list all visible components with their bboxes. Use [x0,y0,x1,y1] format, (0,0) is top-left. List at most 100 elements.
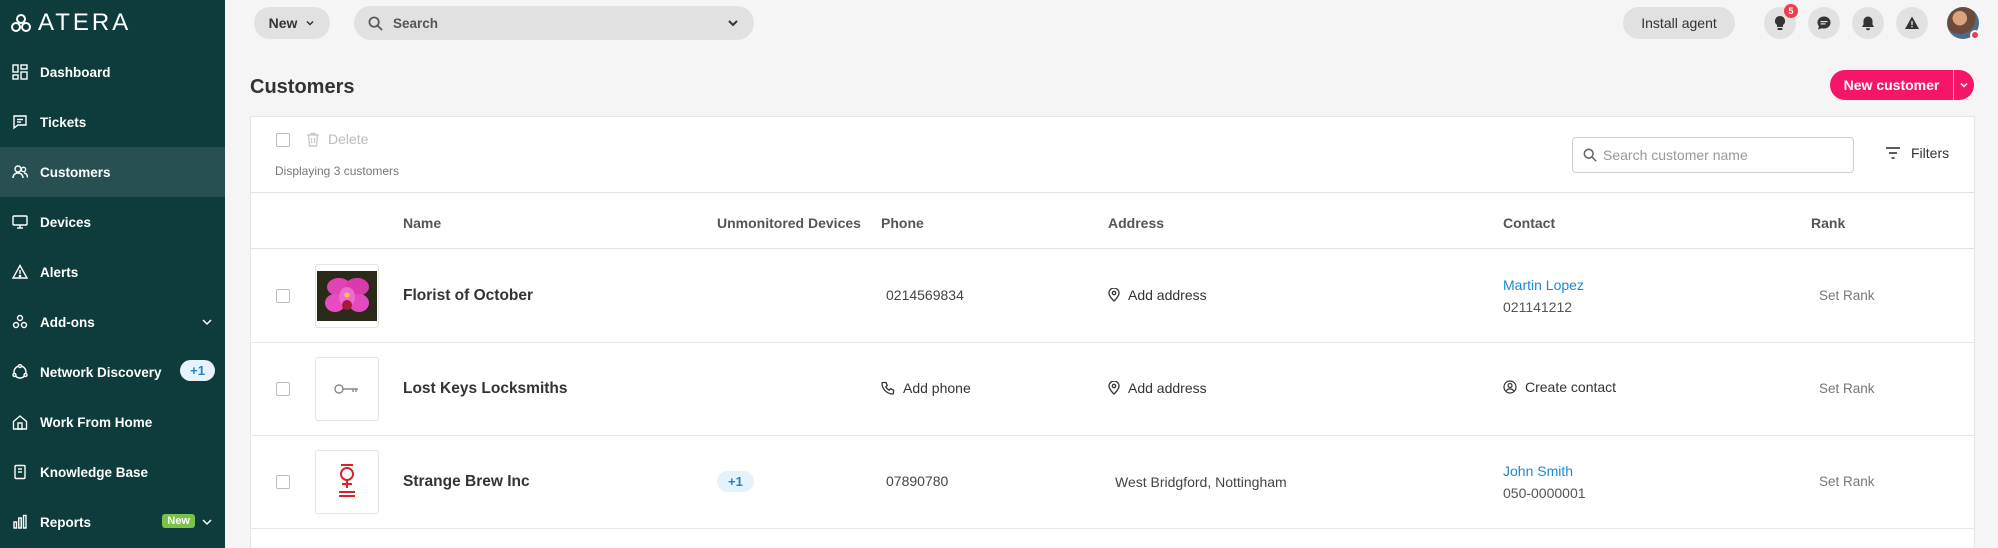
sidebar-item-work-from-home[interactable]: Work From Home [0,397,225,447]
addons-icon [12,314,28,330]
customer-phone: 07890780 [886,473,949,489]
lightbulb-icon [1775,16,1785,30]
column-header-rank[interactable]: Rank [1811,215,1845,231]
avatar-status-dot [1970,30,1980,40]
chat-icon [1817,16,1831,30]
table-row[interactable]: Florist of October 0214569834 Add addres… [251,250,1974,343]
row-checkbox[interactable] [276,382,290,396]
network-discovery-icon [12,364,28,380]
sidebar: ATERA Dashboard Tickets Customers Device… [0,0,225,548]
filter-icon [1886,147,1900,159]
sidebar-item-addons[interactable]: Add-ons [0,297,225,347]
add-address-label: Add address [1128,380,1207,396]
row-checkbox[interactable] [276,289,290,303]
sidebar-item-knowledge-base[interactable]: Knowledge Base [0,447,225,497]
contact-name[interactable]: Martin Lopez [1503,277,1584,293]
new-customer-dropdown[interactable] [1954,70,1974,100]
column-header-unmonitored[interactable]: Unmonitored Devices [717,215,861,231]
table-row[interactable]: Strange Brew Inc +1 07890780 West Bridgf… [251,436,1974,529]
global-search-placeholder: Search [393,15,439,31]
bell-icon [1862,16,1874,31]
sidebar-item-reports[interactable]: Reports New [0,497,225,547]
column-header-contact[interactable]: Contact [1503,215,1555,231]
sidebar-item-label: Reports [40,514,92,530]
knowledge-base-icon [12,464,28,480]
new-customer-button[interactable]: New customer [1830,70,1954,100]
filters-button[interactable]: Filters [1885,145,1949,161]
install-agent-button[interactable]: Install agent [1623,7,1735,39]
sidebar-item-devices[interactable]: Devices [0,197,225,247]
customer-name[interactable]: Lost Keys Locksmiths [403,380,568,398]
add-address-label: Add address [1128,287,1207,303]
sidebar-item-label: Alerts [40,264,79,280]
delete-button[interactable]: Delete [306,131,368,147]
row-checkbox[interactable] [276,475,290,489]
network-discovery-badge: +1 [180,360,215,381]
reports-icon [12,514,28,530]
warning-icon [1905,16,1919,29]
trash-icon [307,132,319,147]
customer-search [1572,137,1854,173]
customer-search-input[interactable] [1603,147,1843,163]
table-header: Name Unmonitored Devices Phone Address C… [251,193,1974,249]
chevron-down-icon[interactable] [201,315,213,333]
table-toolbar: Delete Displaying 3 customers Filters [251,117,1974,193]
customer-logo [315,264,379,328]
atera-logo[interactable]: ATERA [10,9,131,36]
sidebar-item-label: Network Discovery [40,364,162,380]
customer-phone: 0214569834 [886,287,964,303]
chevron-down-icon[interactable] [201,515,213,533]
topbar: New Search Install agent 5 [225,0,1998,46]
add-address-link[interactable]: Add address [1108,380,1207,396]
column-header-address[interactable]: Address [1108,215,1164,231]
set-rank-link[interactable]: Set Rank [1819,288,1875,303]
contact-phone: 021141212 [1503,299,1573,315]
lightbulb-button[interactable]: 5 [1764,4,1798,39]
select-all-checkbox[interactable] [276,133,290,147]
sidebar-item-dashboard[interactable]: Dashboard [0,47,225,97]
create-contact-label: Create contact [1525,379,1617,395]
alerts-button[interactable] [1896,7,1928,39]
sidebar-item-network-discovery[interactable]: Network Discovery +1 [0,347,225,397]
sidebar-item-label: Work From Home [40,414,153,430]
create-contact-link[interactable]: Create contact [1503,379,1616,395]
sidebar-item-alerts[interactable]: Alerts [0,247,225,297]
filters-label: Filters [1911,145,1950,161]
display-count: Displaying 3 customers [275,164,400,178]
phone-icon [881,381,895,395]
column-header-name[interactable]: Name [403,215,441,231]
customer-name[interactable]: Strange Brew Inc [403,473,530,491]
customer-name[interactable]: Florist of October [403,287,533,305]
user-avatar[interactable] [1947,7,1980,40]
sidebar-item-label: Tickets [40,114,87,130]
location-pin-icon [1108,381,1120,395]
set-rank-link[interactable]: Set Rank [1819,381,1875,396]
customer-logo [315,357,379,421]
tickets-icon [12,114,28,130]
notifications-button[interactable] [1852,7,1884,39]
add-address-link[interactable]: Add address [1108,287,1207,303]
customer-address: West Bridgford, Nottingham [1115,474,1287,490]
page-title: Customers [250,76,355,98]
contact-name[interactable]: John Smith [1503,463,1573,479]
chevron-down-icon [1960,82,1968,88]
unmonitored-devices-badge[interactable]: +1 [717,471,754,492]
customer-logo [315,450,379,514]
add-phone-label: Add phone [903,380,971,396]
sidebar-item-customers[interactable]: Customers [0,147,225,197]
new-button[interactable]: New [254,7,330,39]
new-customer-button-group: New customer [1830,70,1974,100]
table-row[interactable]: Lost Keys Locksmiths Add phone Add addre… [251,343,1974,436]
contact-phone: 050-0000001 [1503,485,1586,501]
chevron-down-icon[interactable] [726,16,740,30]
chat-button[interactable] [1808,7,1840,39]
add-phone-link[interactable]: Add phone [881,380,971,396]
sidebar-item-label: Knowledge Base [40,464,149,480]
set-rank-link[interactable]: Set Rank [1819,474,1875,489]
sidebar-item-tickets[interactable]: Tickets [0,97,225,147]
delete-label: Delete [328,131,369,147]
column-header-phone[interactable]: Phone [881,215,924,231]
global-search[interactable]: Search [354,6,754,40]
chevron-down-icon [306,20,314,26]
customers-icon [12,164,28,180]
